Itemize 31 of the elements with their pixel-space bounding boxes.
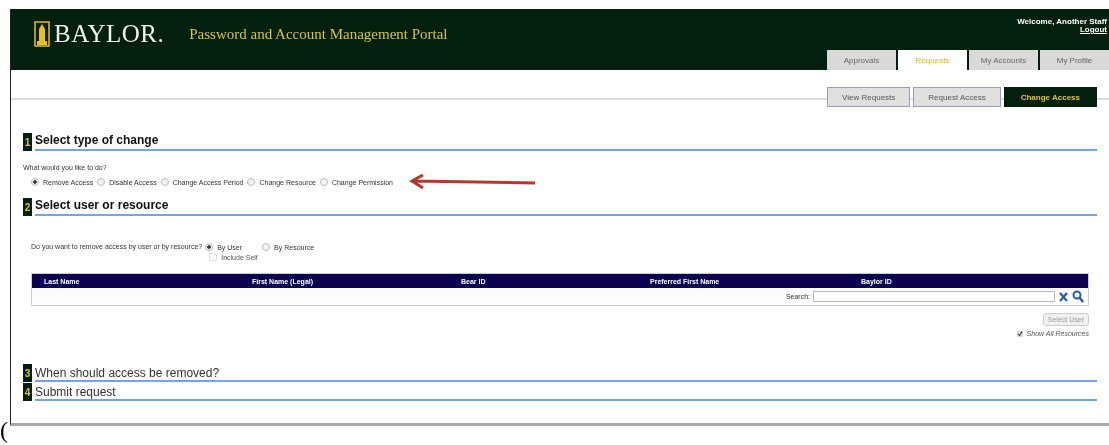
search-icon[interactable] — [1072, 290, 1084, 303]
step-title: Submit request — [35, 385, 1097, 401]
welcome-text: Welcome, Another Staff — [1017, 18, 1107, 26]
tower-logo-icon — [34, 21, 50, 47]
radio-button[interactable] — [97, 178, 106, 186]
logo-text: BAYLOR. — [54, 20, 165, 48]
step-title: Select user or resource — [35, 198, 1097, 216]
step-title: When should access be removed? — [35, 366, 1097, 382]
radio-button[interactable] — [160, 178, 169, 186]
search-field[interactable] — [813, 291, 1055, 302]
radio-button[interactable] — [205, 243, 214, 251]
portal-title: Password and Account Management Portal — [189, 25, 448, 43]
checkbox[interactable] — [1016, 330, 1023, 337]
subtab-button[interactable]: View Requests — [827, 87, 911, 107]
clear-icon[interactable] — [1058, 290, 1069, 303]
step-number: 3 — [23, 364, 32, 382]
nav-tab[interactable]: My Profile — [1040, 50, 1109, 70]
subtab-button[interactable]: Request Access — [913, 87, 1001, 107]
step-number: 4 — [23, 383, 32, 401]
radio-button[interactable] — [31, 178, 39, 186]
logout-link[interactable]: Logout — [1079, 26, 1107, 34]
nav-tab[interactable]: Approvals — [827, 50, 896, 70]
subtab-button[interactable]: Change Access — [1003, 87, 1097, 107]
radio-button[interactable] — [319, 178, 328, 186]
radio-button[interactable] — [247, 178, 256, 186]
stray-character: ( — [0, 418, 8, 442]
radio-button[interactable] — [262, 243, 271, 251]
step-number: 2 — [23, 198, 32, 216]
nav-tab[interactable]: My Accounts — [969, 50, 1038, 70]
step-title: Select type of change — [35, 133, 1097, 151]
step-number: 1 — [23, 133, 32, 151]
